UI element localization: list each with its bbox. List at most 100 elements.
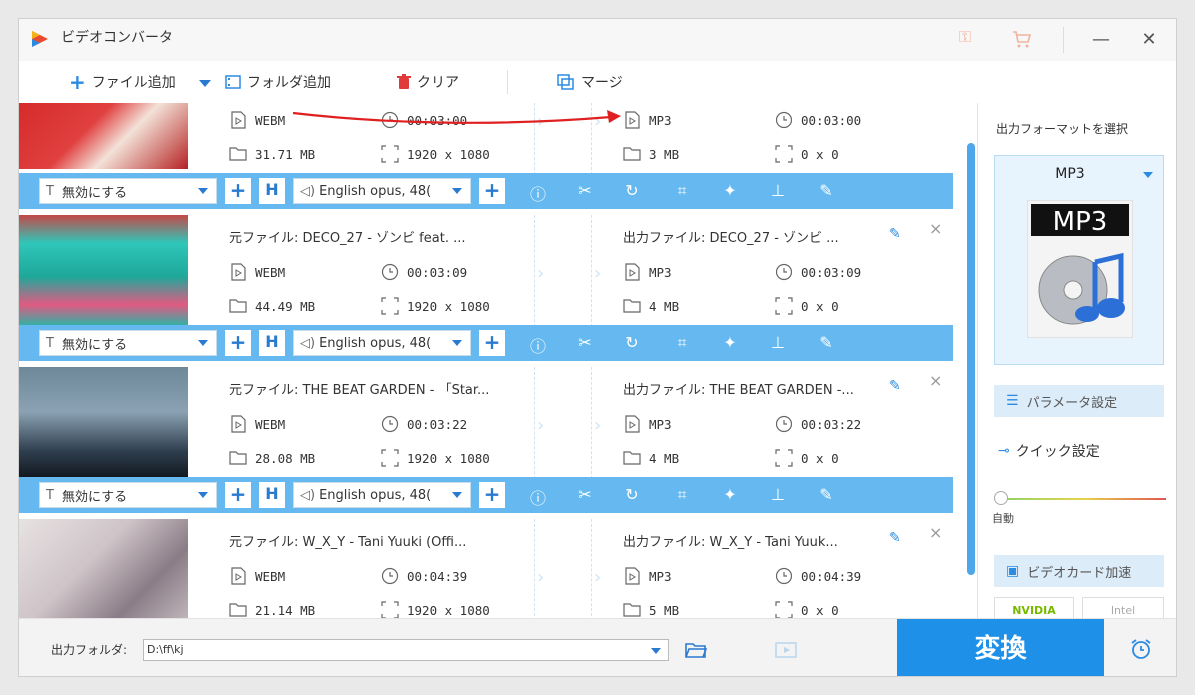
convert-button[interactable]: 変換 xyxy=(897,619,1104,676)
output-duration-value: 00:03:22 xyxy=(801,416,862,432)
edit-pencil-icon[interactable]: ✎ xyxy=(889,530,901,546)
source-duration-value: 00:04:39 xyxy=(407,568,468,584)
resolution-icon xyxy=(775,145,793,163)
clear-button[interactable]: クリア xyxy=(397,71,459,93)
clock-icon xyxy=(775,111,793,129)
chevron-right-icon: › xyxy=(537,263,545,284)
cart-icon[interactable] xyxy=(1009,27,1033,51)
video-thumbnail[interactable] xyxy=(19,367,188,479)
stamp-icon[interactable]: ⊥ xyxy=(767,485,789,505)
edit-pencil-icon[interactable]: ✎ xyxy=(889,378,901,394)
edit-icon[interactable]: ✎ xyxy=(815,485,837,505)
speaker-icon: ◁) xyxy=(300,487,316,503)
folder-icon xyxy=(623,603,641,617)
audio-track-select[interactable]: ◁) English opus, 48( xyxy=(293,482,471,508)
remove-item-icon[interactable]: × xyxy=(929,371,942,390)
add-subtitle-button[interactable]: + xyxy=(225,178,251,204)
clock-icon xyxy=(775,415,793,433)
audio-track-value: English opus, 48( xyxy=(319,487,432,503)
gpu-acceleration-button[interactable]: ▣ ビデオカード加速 xyxy=(994,555,1164,587)
hevc-button[interactable]: H xyxy=(259,330,285,356)
add-audio-button[interactable]: + xyxy=(479,330,505,356)
rotate-icon[interactable]: ↻ xyxy=(621,181,643,201)
rotate-icon[interactable]: ↻ xyxy=(621,333,643,353)
resolution-icon xyxy=(775,449,793,467)
parameter-settings-button[interactable]: ☰ パラメータ設定 xyxy=(994,385,1164,417)
sliders-icon: ☰ xyxy=(1006,393,1019,409)
crop-icon[interactable]: ⌗ xyxy=(671,333,693,353)
subtitle-select[interactable]: T 無効にする xyxy=(39,178,217,204)
output-size: 5 MB xyxy=(623,601,679,618)
output-folder-input[interactable]: D:\ff\kj xyxy=(143,639,669,661)
item-divider xyxy=(591,367,592,479)
source-size: 21.14 MB xyxy=(229,601,315,618)
stamp-icon[interactable]: ⊥ xyxy=(767,333,789,353)
edit-icon[interactable]: ✎ xyxy=(815,181,837,201)
resolution-icon xyxy=(775,297,793,315)
add-audio-button[interactable]: + xyxy=(479,482,505,508)
resolution-icon xyxy=(381,601,399,618)
key-icon[interactable]: ⚿ xyxy=(953,27,977,51)
merge-button[interactable]: マージ xyxy=(557,71,623,93)
audio-file-icon xyxy=(625,415,640,433)
audio-file-icon xyxy=(625,567,640,585)
hevc-button[interactable]: H xyxy=(259,178,285,204)
add-folder-button[interactable]: フォルダ追加 xyxy=(225,71,331,93)
output-resolution: 0 x 0 xyxy=(775,601,839,618)
hevc-button[interactable]: H xyxy=(259,482,285,508)
output-folder-dropdown-arrow-icon[interactable] xyxy=(651,648,661,654)
add-file-dropdown-arrow-icon[interactable] xyxy=(199,80,211,87)
magic-wand-icon[interactable]: ✦ xyxy=(719,333,741,353)
crop-icon[interactable]: ⌗ xyxy=(671,181,693,201)
crop-icon[interactable]: ⌗ xyxy=(671,485,693,505)
chevron-down-icon xyxy=(198,340,208,346)
edit-pencil-icon[interactable]: ✎ xyxy=(889,226,901,242)
rotate-icon[interactable]: ↻ xyxy=(621,485,643,505)
info-icon[interactable]: ⓘ xyxy=(527,333,549,356)
minimize-button[interactable]: — xyxy=(1085,27,1117,53)
item-divider xyxy=(591,519,592,618)
subtitle-value: 無効にする xyxy=(61,185,128,201)
format-selector[interactable]: MP3 MP3 xyxy=(994,155,1164,365)
audio-track-select[interactable]: ◁) English opus, 48( xyxy=(293,178,471,204)
source-resolution-value: 1920 x 1080 xyxy=(407,146,490,162)
output-video-icon[interactable] xyxy=(775,641,797,659)
list-scrollbar[interactable] xyxy=(967,143,975,575)
add-audio-button[interactable]: + xyxy=(479,178,505,204)
source-resolution: 1920 x 1080 xyxy=(381,449,490,467)
close-button[interactable]: ✕ xyxy=(1133,27,1165,53)
quality-slider-knob[interactable] xyxy=(994,491,1008,505)
subtitle-select[interactable]: T 無効にする xyxy=(39,330,217,356)
chevron-down-icon xyxy=(452,340,462,346)
alarm-clock-icon[interactable] xyxy=(1129,637,1153,661)
item-divider xyxy=(534,519,535,618)
video-thumbnail[interactable] xyxy=(19,215,188,327)
remove-item-icon[interactable]: × xyxy=(929,523,942,542)
audio-track-select[interactable]: ◁) English opus, 48( xyxy=(293,330,471,356)
add-subtitle-button[interactable]: + xyxy=(225,330,251,356)
item-control-bar: T 無効にする + H ◁) English opus, 48( + ⓘ ✂ ↻… xyxy=(19,173,953,209)
merge-label: マージ xyxy=(581,75,623,91)
info-icon[interactable]: ⓘ xyxy=(527,181,549,204)
file-item[interactable]: 元ファイル: W_X_Y - Tani Yuuki (Offi... 出力ファイル… xyxy=(19,519,953,618)
scissors-icon[interactable]: ✂ xyxy=(574,181,596,201)
scissors-icon[interactable]: ✂ xyxy=(574,485,596,505)
magic-wand-icon[interactable]: ✦ xyxy=(719,181,741,201)
add-subtitle-button[interactable]: + xyxy=(225,482,251,508)
info-icon[interactable]: ⓘ xyxy=(527,485,549,508)
open-folder-icon[interactable] xyxy=(685,641,707,659)
video-thumbnail[interactable] xyxy=(19,103,188,169)
bottom-bar: 出力フォルダ: D:\ff\kj 変換 xyxy=(19,618,1176,676)
output-size-value: 4 MB xyxy=(649,298,680,314)
edit-icon[interactable]: ✎ xyxy=(815,333,837,353)
conversion-arrow-annotation xyxy=(292,110,621,124)
magic-wand-icon[interactable]: ✦ xyxy=(719,485,741,505)
video-thumbnail[interactable] xyxy=(19,519,188,618)
stamp-icon[interactable]: ⊥ xyxy=(767,181,789,201)
remove-item-icon[interactable]: × xyxy=(929,219,942,238)
chevron-right-icon: › xyxy=(537,567,545,588)
subtitle-select[interactable]: T 無効にする xyxy=(39,482,217,508)
add-file-button[interactable]: + ファイル追加 xyxy=(69,70,176,94)
quality-slider-track[interactable] xyxy=(1000,498,1166,500)
scissors-icon[interactable]: ✂ xyxy=(574,333,596,353)
